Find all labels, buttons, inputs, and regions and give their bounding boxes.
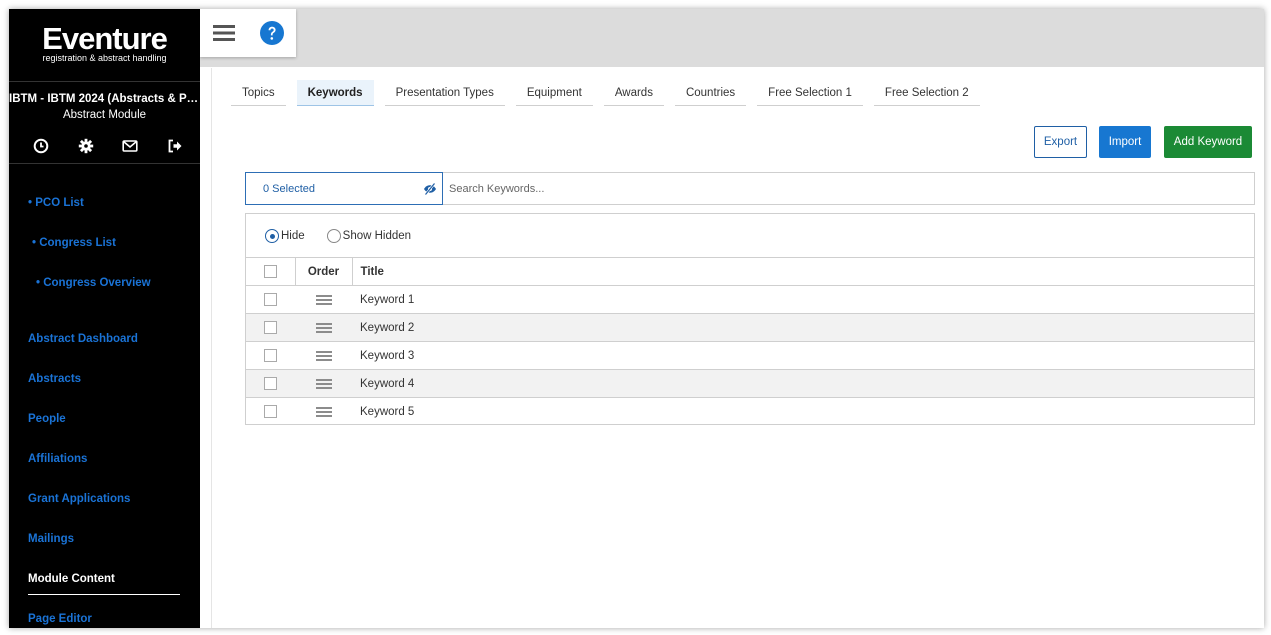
- row-order-cell: [295, 313, 352, 342]
- nav-pco-list[interactable]: • PCO List: [28, 197, 84, 209]
- row-checkbox-cell: [246, 341, 295, 370]
- tab-equipment[interactable]: Equipment: [515, 80, 593, 106]
- drag-handle-icon[interactable]: [315, 293, 332, 307]
- import-button[interactable]: Import: [1099, 126, 1151, 158]
- row-title[interactable]: Keyword 5: [352, 397, 1254, 426]
- tab-awards[interactable]: Awards: [603, 80, 664, 106]
- app-frame: Eventure registration & abstract handlin…: [0, 0, 1271, 635]
- nav-abstracts[interactable]: Abstracts: [28, 373, 81, 385]
- radio-hide-indicator[interactable]: [265, 229, 279, 243]
- header-order[interactable]: Order: [295, 257, 353, 286]
- congress-title: IBTM - IBTM 2024 (Abstracts & Par...: [9, 93, 200, 105]
- select-all-cell: [246, 257, 296, 286]
- row-order-cell: [295, 369, 352, 398]
- search-input[interactable]: [443, 172, 1255, 205]
- row-checkbox[interactable]: [264, 405, 277, 419]
- active-nav-underline: [28, 594, 180, 595]
- module-name: Abstract Module: [62, 109, 147, 121]
- header-title[interactable]: Title: [352, 257, 1254, 286]
- gear-icon[interactable]: [78, 138, 94, 154]
- nav-people[interactable]: People: [28, 413, 66, 425]
- drag-handle-icon[interactable]: [315, 321, 332, 335]
- nav-congress-overview[interactable]: • Congress Overview: [36, 277, 151, 289]
- brand-tagline: registration & abstract handling: [42, 53, 167, 63]
- radio-hide[interactable]: Hide: [265, 229, 305, 243]
- tab-free-selection-2[interactable]: Free Selection 2: [873, 80, 980, 106]
- content-panel: Topics Keywords Presentation Types Equip…: [211, 68, 1264, 628]
- top-bar: [200, 9, 1264, 67]
- keywords-table-container: Hide Show Hidden Order Title Keyword 1 K…: [245, 213, 1255, 426]
- sidebar-divider: [9, 81, 200, 82]
- selection-dropdown[interactable]: 0 Selected: [245, 172, 443, 205]
- brand-name: Eventure: [42, 21, 168, 56]
- tab-presentation-types[interactable]: Presentation Types: [384, 80, 505, 106]
- tab-topics[interactable]: Topics: [231, 80, 286, 106]
- row-title[interactable]: Keyword 1: [352, 285, 1254, 314]
- row-checkbox[interactable]: [264, 293, 277, 306]
- row-title[interactable]: Keyword 3: [352, 341, 1254, 370]
- row-order-cell: [295, 341, 352, 370]
- table-row[interactable]: Keyword 2: [246, 313, 1254, 342]
- row-checkbox-cell: [246, 285, 295, 314]
- radio-show-hidden-indicator[interactable]: [326, 229, 341, 243]
- drag-handle-icon[interactable]: [315, 349, 332, 363]
- add-keyword-button[interactable]: Add Keyword: [1164, 126, 1252, 158]
- radio-show-hidden[interactable]: Show Hidden: [326, 229, 412, 243]
- sidebar-icon-bar: [33, 138, 183, 154]
- table-row[interactable]: Keyword 3: [246, 341, 1254, 370]
- selected-count: 0 Selected: [263, 182, 315, 195]
- table-header-row: Order Title: [246, 257, 1254, 286]
- keywords-table: Order Title Keyword 1 Keyword 2 Keyword …: [246, 257, 1254, 426]
- help-icon[interactable]: [248, 9, 296, 57]
- app-window: Eventure registration & abstract handlin…: [9, 9, 1264, 628]
- hamburger-menu-icon[interactable]: [200, 9, 248, 57]
- nav-affiliations[interactable]: Affiliations: [28, 453, 87, 465]
- nav-page-editor[interactable]: Page Editor: [28, 613, 92, 625]
- drag-handle-icon[interactable]: [315, 405, 332, 419]
- row-checkbox[interactable]: [264, 349, 277, 362]
- row-title[interactable]: Keyword 4: [352, 369, 1254, 398]
- row-checkbox-cell: [246, 369, 295, 398]
- nav-grant-applications[interactable]: Grant Applications: [28, 493, 130, 505]
- radio-show-hidden-label: Show Hidden: [342, 230, 412, 242]
- nav-module-content[interactable]: Module Content: [28, 573, 115, 585]
- table-row[interactable]: Keyword 1: [246, 285, 1254, 314]
- select-all-checkbox[interactable]: [263, 265, 277, 278]
- tab-countries[interactable]: Countries: [674, 80, 747, 106]
- row-checkbox-cell: [246, 313, 295, 342]
- top-bar-buttons: [200, 9, 296, 57]
- sidebar-divider: [9, 163, 200, 164]
- visibility-filter: Hide Show Hidden: [265, 229, 433, 243]
- row-checkbox[interactable]: [264, 377, 277, 390]
- row-title[interactable]: Keyword 2: [352, 313, 1254, 342]
- nav-mailings[interactable]: Mailings: [28, 533, 74, 545]
- mail-icon[interactable]: [122, 138, 138, 154]
- export-button[interactable]: Export: [1034, 126, 1087, 158]
- brand-logo[interactable]: Eventure registration & abstract handlin…: [9, 23, 200, 63]
- sidebar: Eventure registration & abstract handlin…: [9, 9, 200, 628]
- row-order-cell: [295, 285, 352, 314]
- drag-handle-icon[interactable]: [315, 377, 332, 391]
- nav-congress-list[interactable]: • Congress List: [32, 237, 116, 249]
- logout-icon[interactable]: [167, 138, 183, 154]
- nav-abstract-dashboard[interactable]: Abstract Dashboard: [28, 333, 138, 345]
- tab-bar: Topics Keywords Presentation Types Equip…: [231, 80, 991, 106]
- row-checkbox-cell: [246, 397, 295, 426]
- row-order-cell: [295, 397, 352, 426]
- clock-icon[interactable]: [33, 138, 49, 154]
- tab-free-selection-1[interactable]: Free Selection 1: [757, 80, 863, 106]
- row-checkbox[interactable]: [264, 321, 277, 334]
- table-row[interactable]: Keyword 4: [246, 369, 1254, 398]
- congress-info: IBTM - IBTM 2024 (Abstracts & Par... Abs…: [9, 93, 200, 121]
- tab-keywords[interactable]: Keywords: [296, 80, 374, 106]
- table-row[interactable]: Keyword 5: [246, 397, 1254, 426]
- radio-hide-label: Hide: [281, 230, 305, 242]
- eye-slash-icon[interactable]: [423, 182, 437, 196]
